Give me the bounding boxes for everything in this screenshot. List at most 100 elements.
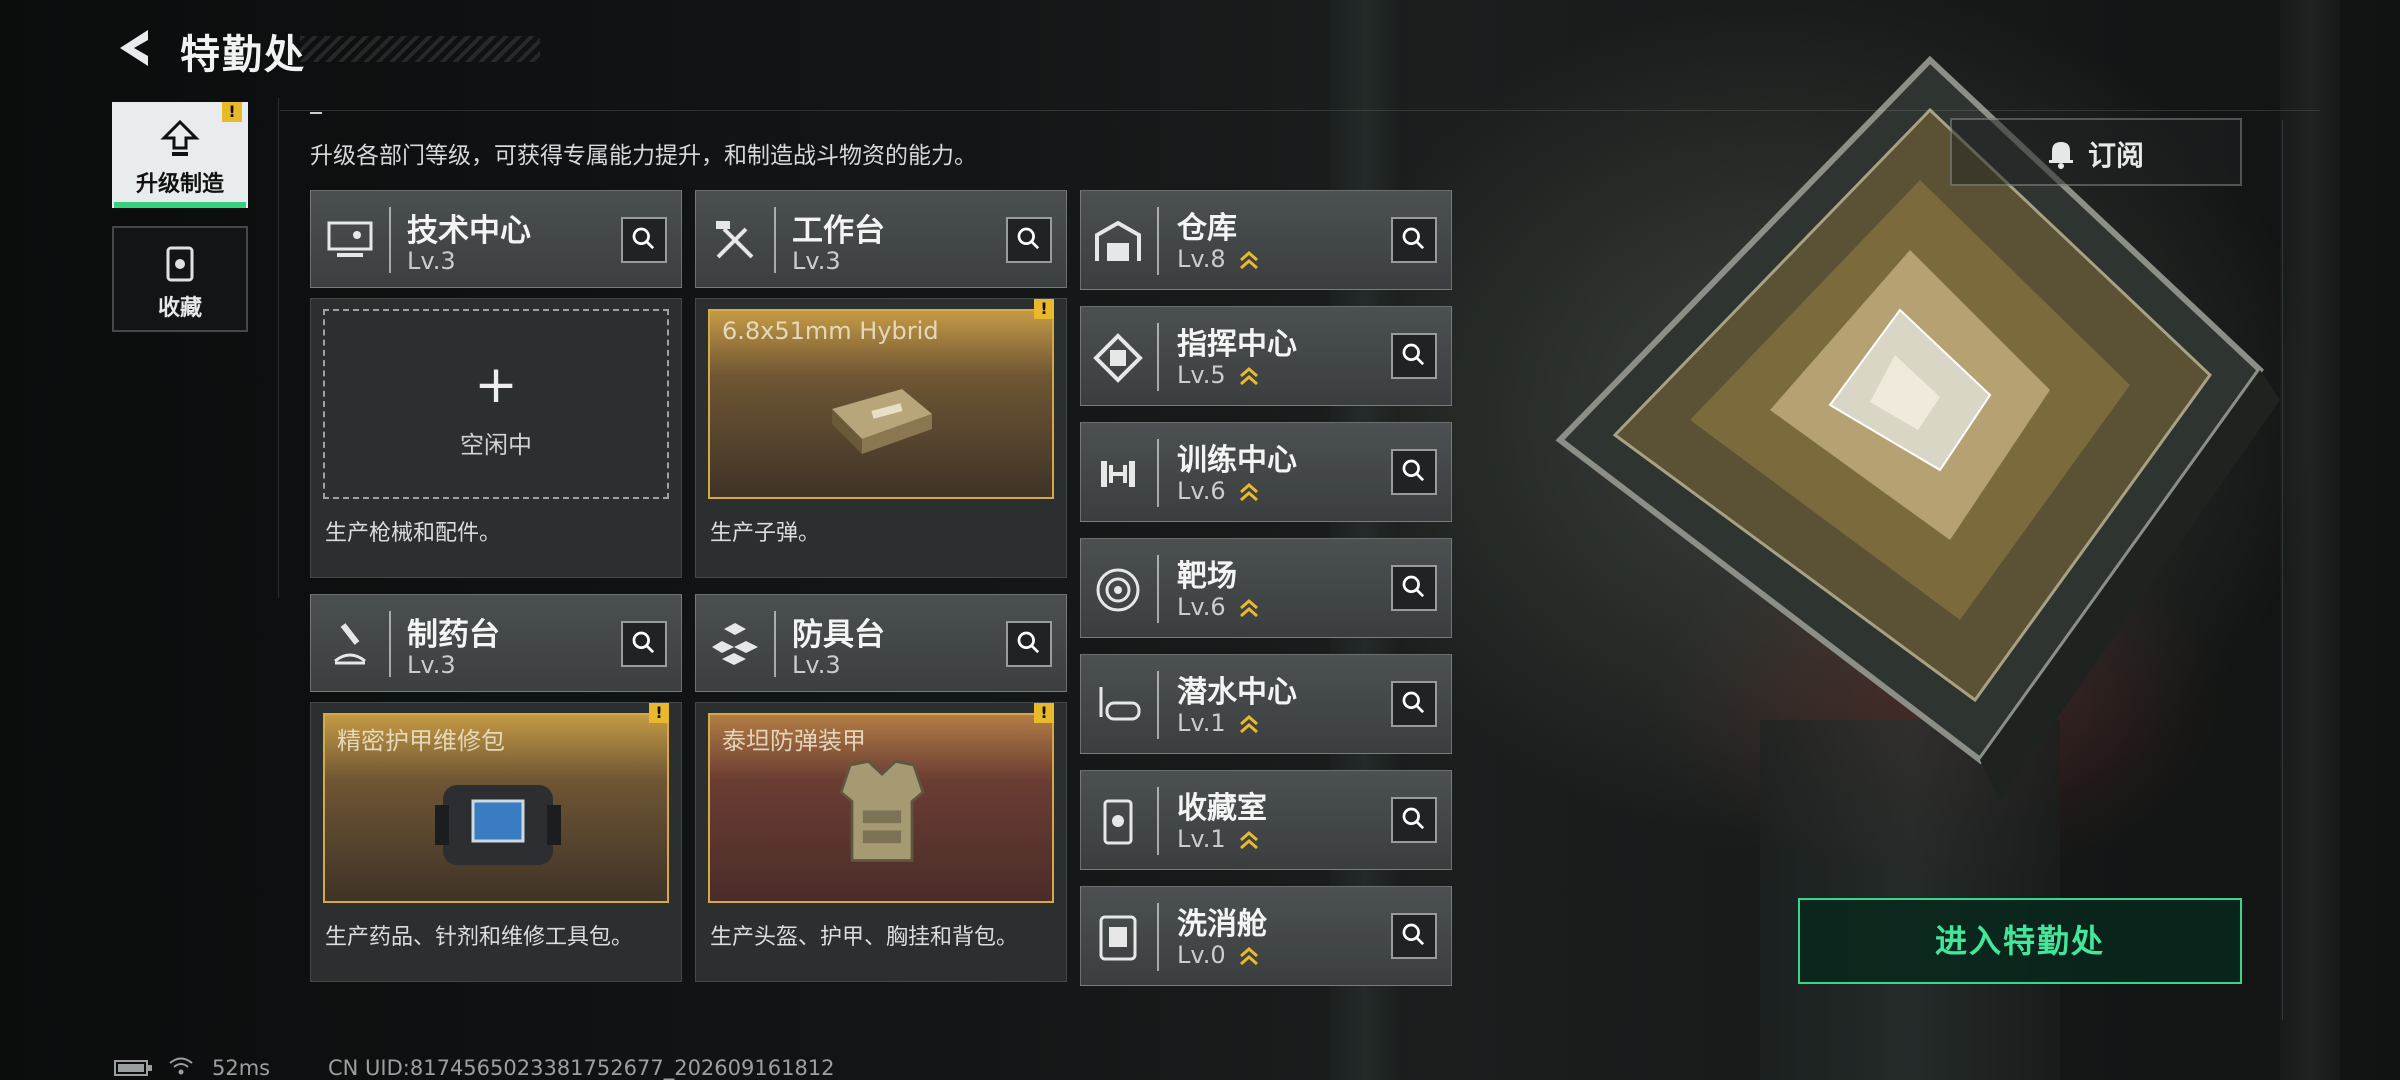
warehouse-icon [1095, 220, 1141, 261]
armor-repair-kit-image [435, 785, 561, 865]
background-pillar [2280, 0, 2340, 1080]
room-name: 指挥中心 [1177, 327, 1297, 362]
card-title: 防具台 [792, 617, 885, 653]
room-name: 训练中心 [1177, 443, 1297, 478]
pharmacy-body[interactable]: 精密护甲维修包 ! 生产药品、针剂和维修工具包。 [310, 702, 682, 982]
room-row-decon-chamber[interactable]: 洗消舱 Lv.0 [1080, 886, 1452, 986]
upgrade-icon [160, 119, 200, 156]
hud-line [278, 98, 279, 598]
add-icon: + [474, 355, 518, 415]
search-icon [1402, 459, 1425, 482]
card-level: Lv.3 [407, 651, 456, 679]
pharmacy-icon [334, 623, 366, 665]
room-row-training-center[interactable]: 训练中心 Lv.6 [1080, 422, 1452, 522]
header-separator [774, 207, 776, 273]
production-slot[interactable]: 泰坦防弹装甲 [708, 713, 1054, 903]
room-level: Lv.8 [1177, 245, 1226, 273]
search-icon [632, 227, 655, 250]
enter-special-ops-button[interactable]: 进入特勤处 [1798, 898, 2242, 984]
upgrade-available-icon [1240, 831, 1258, 850]
upgrade-available-icon [1240, 715, 1258, 734]
alert-badge: ! [649, 703, 669, 723]
card-title: 工作台 [792, 213, 885, 249]
card-level: Lv.3 [792, 247, 841, 275]
upgrade-available-icon [1240, 947, 1258, 966]
room-name: 收藏室 [1177, 791, 1267, 826]
active-tab-indicator [114, 202, 246, 208]
row-separator [1157, 439, 1159, 507]
search-button[interactable] [1391, 913, 1437, 959]
card-title: 技术中心 [407, 213, 531, 249]
production-slot[interactable]: 6.8x51mm Hybrid [708, 309, 1054, 499]
tech-center-body[interactable]: + 空闲中 生产枪械和配件。 [310, 298, 682, 578]
card-level: Lv.3 [407, 247, 456, 275]
room-name: 洗消舱 [1177, 907, 1267, 942]
room-level: Lv.1 [1177, 825, 1226, 853]
tab-collection[interactable]: 收藏 [112, 226, 248, 332]
search-button[interactable] [621, 621, 667, 667]
upgrade-available-icon [1240, 483, 1258, 502]
diving-center-icon [1099, 687, 1141, 721]
search-icon [1402, 691, 1425, 714]
search-button[interactable] [1391, 797, 1437, 843]
search-button[interactable] [1391, 449, 1437, 495]
row-separator [1157, 903, 1159, 971]
room-row-shooting-range[interactable]: 靶场 Lv.6 [1080, 538, 1452, 638]
row-separator [1157, 787, 1159, 855]
search-icon [1017, 631, 1040, 654]
workbench-body[interactable]: 6.8x51mm Hybrid ! 生产子弹。 [695, 298, 1067, 578]
search-icon [1402, 227, 1425, 250]
upgrade-available-icon [1240, 367, 1258, 386]
search-button[interactable] [1006, 217, 1052, 263]
armor-bench-body[interactable]: 泰坦防弹装甲 ! 生产头盔、护甲、胸挂和背包。 [695, 702, 1067, 982]
alert-badge: ! [1034, 703, 1054, 723]
production-slot[interactable]: 精密护甲维修包 [323, 713, 669, 903]
subscribe-button[interactable]: 订阅 [1950, 118, 2242, 186]
room-row-command-center[interactable]: 指挥中心 Lv.5 [1080, 306, 1452, 406]
search-button[interactable] [1006, 621, 1052, 667]
hud-line [280, 110, 2320, 111]
card-description: 生产药品、针剂和维修工具包。 [325, 925, 634, 950]
search-button[interactable] [621, 217, 667, 263]
tab-label: 收藏 [157, 296, 202, 321]
tech-center-header[interactable]: 技术中心 Lv.3 [310, 190, 682, 288]
header-separator [774, 611, 776, 677]
search-button[interactable] [1391, 333, 1437, 379]
uid-readout: CN UID:8174565023381752677_202609161812 [328, 1056, 835, 1080]
hud-line [2282, 120, 2283, 1020]
tab-upgrade-craft[interactable]: 升级制造 ! [112, 102, 248, 208]
search-button[interactable] [1391, 681, 1437, 727]
room-name: 仓库 [1177, 211, 1237, 246]
room-level: Lv.6 [1177, 593, 1226, 621]
room-row-collection-room[interactable]: 收藏室 Lv.1 [1080, 770, 1452, 870]
room-name: 潜水中心 [1177, 675, 1297, 710]
page-subtitle: 升级各部门等级，可获得专属能力提升，和制造战斗物资的能力。 [310, 143, 977, 169]
room-level: Lv.6 [1177, 477, 1226, 505]
item-name: 6.8x51mm Hybrid [722, 317, 939, 345]
workbench-header[interactable]: 工作台 Lv.3 [695, 190, 1067, 288]
tab-label: 升级制造 [135, 172, 224, 197]
search-icon [1017, 227, 1040, 250]
item-name: 泰坦防弹装甲 [722, 727, 866, 755]
search-button[interactable] [1391, 565, 1437, 611]
slot-status: 空闲中 [460, 431, 532, 459]
card-description: 生产枪械和配件。 [325, 521, 502, 546]
search-icon [1402, 575, 1425, 598]
back-arrow-icon[interactable] [112, 26, 156, 70]
ping-readout: 52ms [212, 1056, 271, 1080]
empty-production-slot[interactable]: + 空闲中 [323, 309, 669, 499]
alert-badge: ! [1034, 299, 1054, 319]
armor-bench-icon [712, 623, 758, 665]
pharmacy-header[interactable]: 制药台 Lv.3 [310, 594, 682, 692]
enter-label: 进入特勤处 [1934, 922, 2105, 960]
row-separator [1157, 323, 1159, 391]
shooting-range-icon [1096, 568, 1140, 612]
room-level: Lv.0 [1177, 941, 1226, 969]
training-center-icon [1101, 461, 1135, 487]
search-button[interactable] [1391, 217, 1437, 263]
card-description: 生产子弹。 [710, 521, 821, 546]
room-row-diving-center[interactable]: 潜水中心 Lv.1 [1080, 654, 1452, 754]
armor-bench-header[interactable]: 防具台 Lv.3 [695, 594, 1067, 692]
upgrade-available-icon [1240, 251, 1258, 270]
room-row-warehouse[interactable]: 仓库 Lv.8 [1080, 190, 1452, 290]
